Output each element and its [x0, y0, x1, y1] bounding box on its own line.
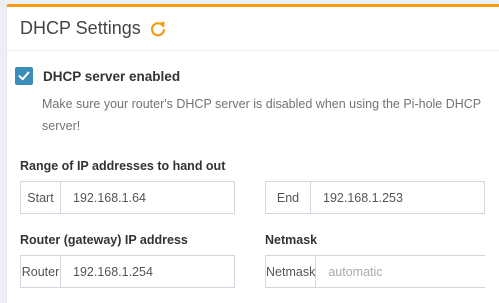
dhcp-enabled-checkbox[interactable] — [15, 67, 33, 85]
range-end-input[interactable] — [311, 182, 484, 213]
range-label: Range of IP addresses to hand out — [20, 159, 226, 173]
router-addon: Router — [21, 256, 61, 287]
router-input[interactable] — [61, 256, 234, 287]
netmask-input[interactable] — [316, 256, 490, 287]
dhcp-enabled-label: DHCP server enabled — [43, 68, 181, 84]
dhcp-help-text: Make sure your router's DHCP server is d… — [42, 97, 481, 133]
end-addon: End — [266, 182, 311, 213]
netmask-label: Netmask — [265, 233, 318, 247]
refresh-icon[interactable] — [149, 20, 167, 38]
range-start-input[interactable] — [61, 182, 234, 213]
dhcp-enabled-row[interactable]: DHCP server enabled — [15, 67, 180, 85]
range-start-group: Start — [20, 181, 235, 214]
panel-header: DHCP Settings — [7, 7, 499, 51]
start-addon: Start — [21, 182, 61, 213]
netmask-addon: Netmask — [266, 256, 317, 287]
check-icon — [18, 71, 30, 81]
router-label: Router (gateway) IP address — [20, 233, 188, 247]
panel-title: DHCP Settings — [20, 18, 141, 38]
range-end-group: End — [265, 181, 485, 214]
router-group: Router — [20, 255, 235, 288]
netmask-group: Netmask — [265, 255, 490, 288]
